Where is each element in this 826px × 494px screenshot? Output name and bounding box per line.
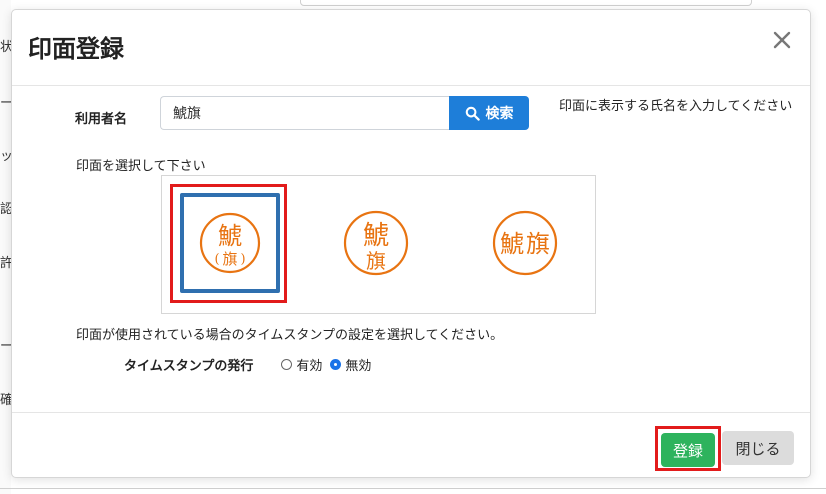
timestamp-description: 印面が使用されている場合のタイムスタンプの設定を選択してください。 bbox=[76, 328, 504, 343]
stamp-seal-3: 鯱 旗 bbox=[492, 210, 558, 276]
stamp-char-paren-right: ) bbox=[240, 252, 245, 267]
stamp-option-3[interactable]: 鯱 旗 bbox=[475, 193, 575, 293]
close-button[interactable]: 閉じる bbox=[722, 431, 794, 465]
user-name-label: 利用者名 bbox=[75, 112, 128, 127]
stamp-option-1[interactable]: 鯱 ( 旗 ) bbox=[180, 193, 280, 293]
stamp-seal-1: 鯱 ( 旗 ) bbox=[199, 212, 261, 274]
magnifier-icon bbox=[465, 106, 480, 121]
stamp-char-paren-left: ( bbox=[214, 252, 219, 267]
search-button[interactable]: 検索 bbox=[449, 96, 529, 130]
footer-divider bbox=[12, 412, 810, 413]
radio-enabled[interactable] bbox=[281, 358, 293, 370]
close-icon[interactable] bbox=[770, 28, 794, 52]
modal-header: 印面登録 bbox=[12, 10, 810, 86]
timestamp-label: タイムスタンプの発行 bbox=[124, 358, 254, 374]
stamp-select-prompt: 印面を選択して下さい bbox=[76, 159, 206, 174]
background-page-strip bbox=[0, 0, 11, 494]
radio-disabled[interactable] bbox=[330, 358, 342, 370]
background-divider bbox=[0, 488, 826, 489]
stamp-char: 旗 bbox=[366, 249, 386, 273]
stamp-option-2[interactable]: 鯱 旗 bbox=[326, 193, 426, 293]
user-name-input[interactable] bbox=[160, 96, 449, 130]
modal-title: 印面登録 bbox=[28, 35, 124, 63]
stamp-registration-dialog: 印面登録 利用者名 検索 印面に表示する氏名を入力してください 印面を選択して下… bbox=[11, 9, 811, 478]
name-input-hint: 印面に表示する氏名を入力してください bbox=[559, 99, 793, 114]
timestamp-setting-row: タイムスタンプの発行 有効 無効 bbox=[124, 354, 371, 374]
radio-disabled-label: 無効 bbox=[345, 358, 372, 374]
stamp-char: 旗 bbox=[526, 230, 550, 258]
stamp-char: 旗 bbox=[222, 250, 237, 268]
stamp-char: 鯱 bbox=[363, 221, 389, 251]
stamp-char: 鯱 bbox=[500, 230, 524, 258]
register-button[interactable]: 登録 bbox=[661, 433, 715, 467]
stamp-options-panel: 鯱 ( 旗 ) 鯱 旗 鯱 旗 bbox=[161, 175, 596, 314]
search-button-label: 検索 bbox=[485, 106, 514, 122]
stamp-char: 鯱 bbox=[218, 222, 242, 250]
timestamp-disabled-option[interactable]: 無効 bbox=[330, 355, 371, 374]
timestamp-enabled-option[interactable]: 有効 bbox=[281, 355, 322, 374]
background-input bbox=[300, 0, 752, 6]
radio-enabled-label: 有効 bbox=[296, 358, 323, 374]
stamp-seal-2: 鯱 旗 bbox=[343, 210, 409, 276]
